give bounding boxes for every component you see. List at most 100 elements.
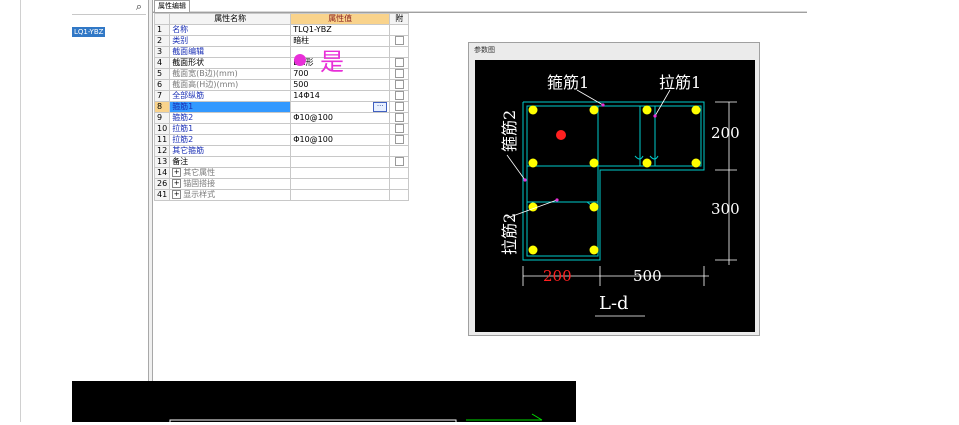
property-value-cell[interactable]: Φ10@100 [290,112,391,124]
expand-icon[interactable]: + [172,190,182,199]
property-name: 箍筋1 [172,102,194,112]
property-name-cell[interactable]: 备注 [169,156,292,168]
attach-cell[interactable] [389,156,410,168]
header-attached[interactable]: 附 [389,13,410,25]
property-name-cell[interactable]: 箍筋1 [169,101,292,113]
attach-checkbox[interactable] [394,80,404,89]
attach-cell[interactable] [389,46,410,58]
grid-row[interactable]: 12 其它箍筋 [153,145,410,157]
grid-row[interactable]: 13 备注 [153,156,410,168]
attach-cell[interactable] [389,123,410,135]
attach-checkbox[interactable] [394,36,404,45]
property-name-cell[interactable]: 截面编辑 [169,46,292,58]
highlight-marker [556,130,566,140]
attach-cell[interactable] [389,178,410,190]
ellipsis-button[interactable]: ··· [373,102,388,112]
tree-item-selected[interactable]: LQ1-YBZ [72,27,106,37]
property-name: 其它属性 [183,168,216,178]
attach-cell[interactable] [389,134,410,146]
property-value-cell[interactable] [290,178,391,190]
dim-text-300-right: 300 [711,200,740,218]
grid-row[interactable]: 11 拉筋2 Φ10@100 [153,134,410,146]
drawing-canvas[interactable] [72,381,576,425]
property-name: 截面宽(B边)(mm) [172,69,238,79]
header-property-value[interactable]: 属性值 [290,13,391,25]
attach-cell[interactable] [389,112,410,124]
grid-row[interactable]: 10 拉筋1 [153,123,410,135]
property-name-cell[interactable]: 全部纵筋 [169,90,292,102]
attach-cell[interactable] [389,189,410,201]
property-name-cell[interactable]: 截面形状 [169,57,292,69]
leader-stirrup2 [506,154,526,181]
property-name-cell[interactable]: 其它箍筋 [169,145,292,157]
grid-row[interactable]: 26 + 锚固搭接 [153,178,410,190]
property-value-cell[interactable] [290,189,391,201]
grid-row[interactable]: 5 截面宽(B边)(mm) 700 [153,68,410,80]
property-value-cell[interactable] [290,156,391,168]
attach-checkbox[interactable] [394,135,404,144]
tab-property-edit[interactable]: 属性编辑 [154,0,190,12]
property-value-cell[interactable]: 500 [290,79,391,91]
attach-cell[interactable] [389,24,410,36]
grid-row[interactable]: 7 全部纵筋 14Φ14 [153,90,410,102]
stirrup-lower [526,165,599,257]
property-name-cell[interactable]: 类别 [169,35,292,47]
attach-checkbox[interactable] [394,124,404,133]
property-name-cell[interactable]: 截面高(H边)(mm) [169,79,292,91]
attach-cell[interactable] [389,145,410,157]
row-number: 11 [153,134,171,146]
row-number: 7 [153,90,171,102]
property-value-cell[interactable] [290,123,391,135]
property-name-cell[interactable]: + 其它属性 [169,167,292,179]
row-number: 41 [153,189,171,201]
attach-checkbox[interactable] [394,69,404,78]
property-name-cell[interactable]: 名称 [169,24,292,36]
row-number: 5 [153,68,171,80]
grid-row[interactable]: 8 箍筋1 ··· [153,101,410,113]
property-value-cell[interactable]: ··· [290,101,391,113]
attach-checkbox[interactable] [394,157,404,166]
attach-cell[interactable] [389,35,410,47]
property-name-cell[interactable]: 箍筋2 [169,112,292,124]
axis-arrow-head [531,413,543,421]
property-name-cell[interactable]: + 锚固搭接 [169,178,292,190]
grid-row[interactable]: 3 截面编辑 [153,46,410,58]
attach-cell[interactable] [389,57,410,69]
property-name-cell[interactable]: 拉筋2 [169,134,292,146]
header-property-name[interactable]: 属性名称 [169,13,292,25]
attach-checkbox[interactable] [394,58,404,67]
search-icon[interactable]: ⌕ [132,0,146,14]
row-number: 4 [153,57,171,69]
attach-cell[interactable] [389,90,410,102]
property-name-cell[interactable]: 拉筋1 [169,123,292,135]
grid-row[interactable]: 4截面形状L-d形 [153,57,410,69]
property-value: 14Φ14 [293,91,320,101]
grid-row[interactable]: 9 箍筋2 Φ10@100 [153,112,410,124]
attach-cell[interactable] [389,79,410,91]
rebar [691,105,701,115]
tab-bar-underline [153,11,807,12]
attach-checkbox[interactable] [394,91,404,100]
grid-row[interactable]: 1 名称 TLQ1-YBZ [153,24,410,36]
attach-cell[interactable] [389,68,410,80]
attach-cell[interactable] [389,167,410,179]
leader-tick [601,103,605,107]
property-value-cell[interactable]: TLQ1-YBZ [290,24,391,36]
grid-row[interactable]: 14 + 其它属性 [153,167,410,179]
attach-cell[interactable] [389,101,410,113]
grid-row[interactable]: 6 截面高(H边)(mm) 500 [153,79,410,91]
vertical-splitter[interactable] [148,0,153,422]
attach-checkbox[interactable] [394,113,404,122]
property-name-cell[interactable]: 截面宽(B边)(mm) [169,68,292,80]
annotation-dot [294,54,306,66]
property-value-cell[interactable]: 14Φ14 [290,90,391,102]
expand-icon[interactable]: + [172,179,182,188]
property-name-cell[interactable]: + 显示样式 [169,189,292,201]
grid-row[interactable]: 41 + 显示样式 [153,189,410,201]
attach-checkbox[interactable] [394,102,404,111]
property-value-cell[interactable] [290,167,391,179]
grid-row[interactable]: 2 类别 暗柱 [153,35,410,47]
property-value-cell[interactable]: Φ10@100 [290,134,391,146]
property-value-cell[interactable] [290,145,391,157]
expand-icon[interactable]: + [172,168,182,177]
